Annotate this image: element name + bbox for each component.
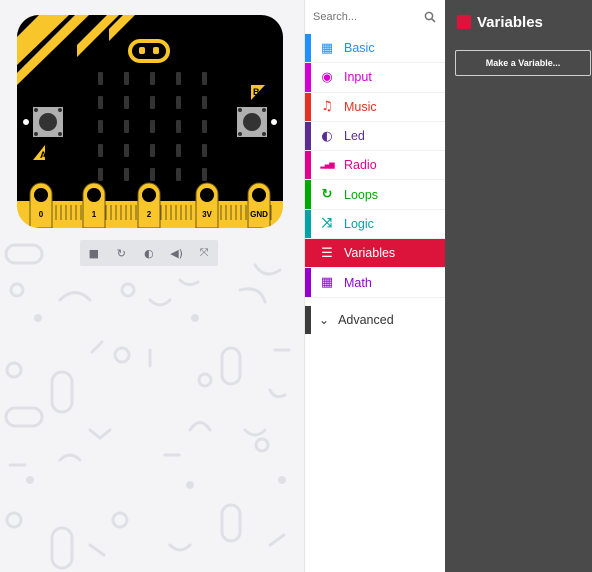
- pin-label: GND: [250, 210, 268, 219]
- signal-icon: ▂▄▆: [320, 161, 334, 170]
- category-color-bar: [305, 180, 311, 209]
- category-list: ▦ Basic ◉ Input ♫ Music ◐ Led ▂▄▆ Radio ↻ Loops ⤨ Log…: [305, 34, 446, 298]
- category-input[interactable]: ◉ Input: [305, 63, 446, 93]
- grid-icon: ▦: [320, 40, 334, 56]
- mute-icon[interactable]: ◀): [166, 242, 188, 264]
- category-color-bar: [305, 268, 311, 297]
- led: [176, 120, 181, 133]
- category-label: Input: [344, 70, 372, 85]
- category-music[interactable]: ♫ Music: [305, 92, 446, 122]
- category-label: Math: [344, 275, 372, 290]
- led: [202, 168, 207, 181]
- pin-gnd[interactable]: GND: [247, 182, 271, 228]
- category-variables[interactable]: ☰ Variables: [305, 239, 446, 269]
- category-color-bar: [305, 305, 311, 334]
- search-input[interactable]: [313, 8, 418, 26]
- category-color-bar: [305, 121, 311, 151]
- led: [124, 96, 129, 109]
- toolbox: ▦ Basic ◉ Input ♫ Music ◐ Led ▂▄▆ Radio ↻ Loops ⤨ Log…: [304, 0, 446, 572]
- led: [150, 120, 155, 133]
- headphones-icon: ♫: [321, 99, 333, 115]
- led: [202, 144, 207, 157]
- simulator-pane: A B 0 1 2 3V GND ■ ↻ ◐ ◀) ⤧: [0, 0, 304, 572]
- led: [98, 168, 103, 181]
- pin-label: 1: [92, 210, 97, 219]
- led: [176, 96, 181, 109]
- category-radio[interactable]: ▂▄▆ Radio: [305, 151, 446, 181]
- pin-2[interactable]: 2: [137, 182, 161, 228]
- button-b-label: B: [253, 87, 260, 97]
- pin-label: 2: [147, 210, 152, 219]
- fullscreen-icon[interactable]: ⤧: [193, 242, 215, 264]
- led: [202, 96, 207, 109]
- pin-label: 0: [39, 210, 44, 219]
- microbit-board[interactable]: A B 0 1 2 3V GND: [17, 15, 283, 228]
- category-color-bar: [305, 151, 311, 180]
- category-label: Led: [344, 129, 365, 144]
- shuffle-icon: ⤨: [321, 216, 333, 232]
- led: [202, 120, 207, 133]
- chevron-down-icon: ⌄: [319, 312, 330, 327]
- led: [150, 96, 155, 109]
- category-color-bar: [305, 92, 311, 121]
- list-icon: ☰: [321, 245, 333, 261]
- category-label: Loops: [344, 187, 379, 202]
- simulator-toolbar: ■ ↻ ◐ ◀) ⤧: [80, 240, 218, 266]
- category-label: Advanced: [338, 312, 394, 327]
- pin-0[interactable]: 0: [29, 182, 53, 228]
- led: [176, 144, 181, 157]
- category-led[interactable]: ◐ Led: [305, 121, 446, 152]
- category-color-bar: [305, 209, 311, 239]
- led: [98, 144, 103, 157]
- led: [176, 168, 181, 181]
- led: [98, 120, 103, 133]
- pin-3v[interactable]: 3V: [195, 182, 219, 228]
- category-loops[interactable]: ↻ Loops: [305, 180, 446, 210]
- category-color-bar: [305, 239, 311, 268]
- category-logic[interactable]: ⤨ Logic: [305, 209, 446, 240]
- search-icon[interactable]: [424, 11, 436, 23]
- category-advanced[interactable]: ⌄ Advanced: [305, 305, 446, 334]
- led: [150, 72, 155, 85]
- pin-1[interactable]: 1: [82, 182, 106, 228]
- led: [202, 72, 207, 85]
- led: [124, 144, 129, 157]
- toggle-icon: ◐: [321, 128, 333, 144]
- category-label: Music: [344, 99, 377, 114]
- category-label: Basic: [344, 41, 375, 56]
- flyout-header: Variables: [445, 0, 592, 44]
- calculator-icon: ▦: [320, 275, 334, 291]
- category-color-bar: [305, 34, 311, 63]
- target-icon: ◉: [321, 69, 333, 85]
- button-a-label: A: [40, 150, 47, 160]
- variables-flyout: Variables Make a Variable...: [445, 0, 592, 572]
- category-label: Variables: [344, 246, 396, 261]
- led: [176, 72, 181, 85]
- stop-icon[interactable]: ■: [83, 242, 105, 264]
- category-label: Logic: [344, 216, 374, 231]
- led: [124, 120, 129, 133]
- pin-label: 3V: [202, 210, 212, 219]
- category-color-bar: [305, 63, 311, 92]
- led: [124, 168, 129, 181]
- flyout-title: Variables: [477, 13, 543, 31]
- category-math[interactable]: ▦ Math: [305, 268, 446, 298]
- category-label: Radio: [344, 158, 377, 173]
- led: [98, 72, 103, 85]
- led: [150, 144, 155, 157]
- led: [150, 168, 155, 181]
- variables-color-icon: [457, 15, 471, 29]
- slow-motion-icon[interactable]: ◐: [138, 242, 160, 264]
- restart-icon[interactable]: ↻: [110, 242, 132, 264]
- category-basic[interactable]: ▦ Basic: [305, 34, 446, 64]
- toolbox-search: [305, 0, 446, 34]
- loop-icon: ↻: [321, 187, 333, 203]
- led: [124, 72, 129, 85]
- make-variable-button[interactable]: Make a Variable...: [455, 50, 591, 76]
- led: [98, 96, 103, 109]
